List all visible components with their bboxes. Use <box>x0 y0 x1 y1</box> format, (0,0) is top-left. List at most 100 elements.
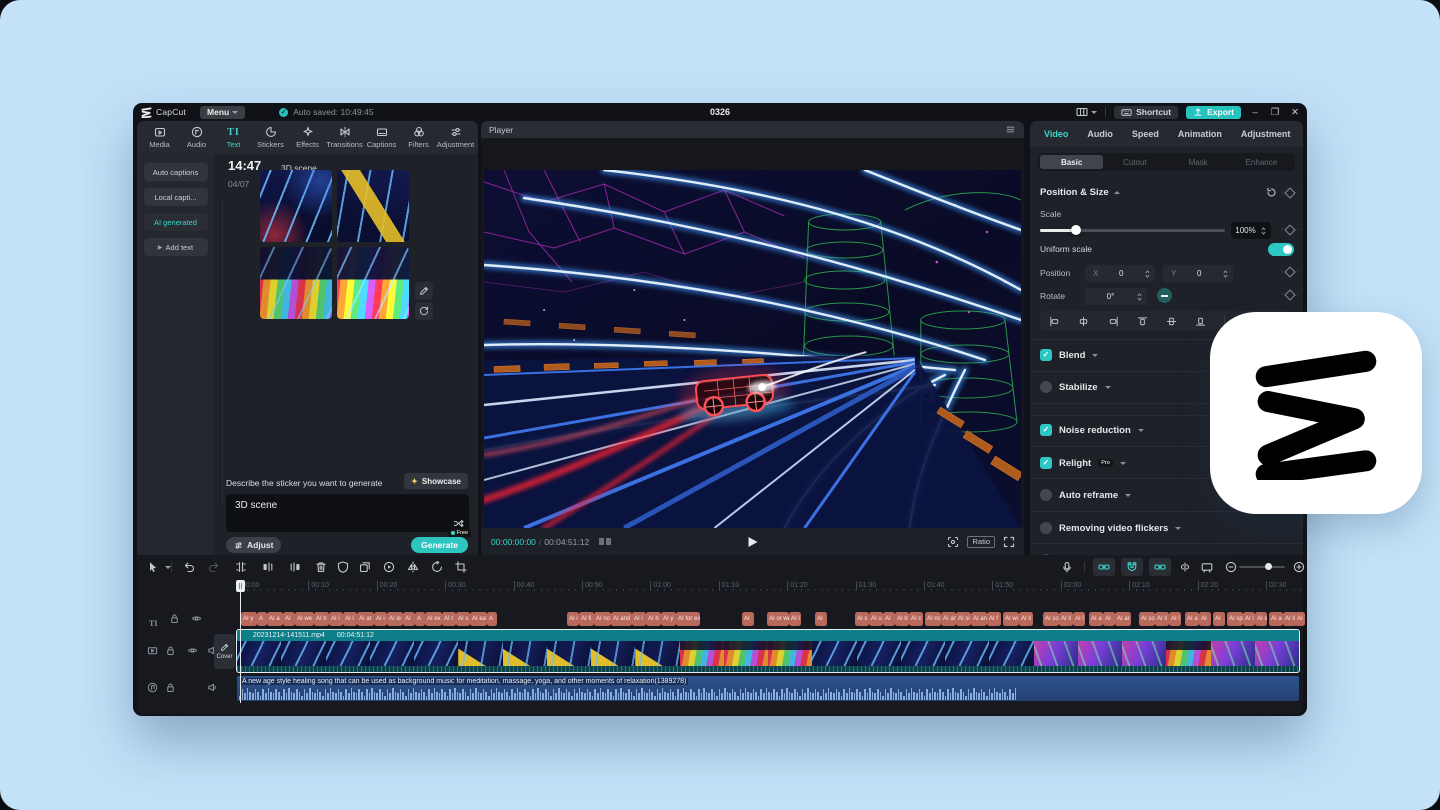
sidebar-item-add-text[interactable]: ▶ Add text <box>143 238 208 256</box>
microphone-button[interactable] <box>1059 559 1075 575</box>
video-viewport[interactable] <box>484 170 1021 528</box>
checkbox-relight[interactable]: ✓ <box>1040 457 1052 469</box>
record-button[interactable] <box>381 559 397 575</box>
mask-button[interactable] <box>335 559 351 575</box>
checkbox-noise-reduction[interactable]: ✓ <box>1040 424 1052 436</box>
caption-clip[interactable]: AI l <box>1169 612 1181 626</box>
generated-sticker-2[interactable] <box>337 170 409 242</box>
caption-clip[interactable]: AI we <box>295 612 314 626</box>
caption-clip[interactable]: AI fi <box>579 612 594 626</box>
export-button[interactable]: Export <box>1186 105 1241 119</box>
caption-clip[interactable]: AI b <box>314 612 329 626</box>
video-track-video-icon[interactable] <box>147 645 158 656</box>
close-button[interactable]: ✕ <box>1289 107 1301 118</box>
sidebar-item-ai-generated[interactable]: AI generated <box>143 213 208 231</box>
caption-clip[interactable]: AI ea <box>470 612 487 626</box>
caption-clip[interactable]: AI so <box>1043 612 1059 626</box>
tool-chevron-down-icon[interactable] <box>160 559 176 575</box>
text-track-eye-icon[interactable] <box>191 613 202 624</box>
audio-clip[interactable]: A new age style healing song that can be… <box>237 676 1299 701</box>
caption-clip[interactable]: AI s <box>855 612 869 626</box>
caption-clip[interactable]: AI b <box>895 612 909 626</box>
caption-clip[interactable]: AI s <box>1255 612 1267 626</box>
caption-clip[interactable]: AI t <box>442 612 456 626</box>
caption-clip[interactable]: AI a <box>1269 612 1283 626</box>
minimize-button[interactable]: – <box>1249 107 1261 118</box>
caption-clip[interactable]: AI <box>1213 612 1225 626</box>
caption-clip[interactable]: AI <box>1295 612 1305 626</box>
undo-button[interactable] <box>181 559 197 575</box>
mirror-button[interactable] <box>405 559 421 575</box>
caption-clip[interactable]: AI for ex <box>676 612 700 626</box>
checkbox-stabilize[interactable] <box>1040 381 1052 393</box>
caption-clip[interactable]: AI li <box>1155 612 1169 626</box>
tab-media[interactable]: Media <box>142 126 177 149</box>
overlay-button[interactable] <box>357 559 373 575</box>
unlink-button[interactable] <box>1177 559 1193 575</box>
caption-clip[interactable]: AI li <box>1019 612 1033 626</box>
caption-clip[interactable]: AI <box>815 612 827 626</box>
redo-button[interactable] <box>206 559 222 575</box>
zoom-out-button[interactable] <box>1223 559 1239 575</box>
tab-transitions[interactable]: Transitions <box>326 126 363 149</box>
generate-button[interactable]: Generate <box>411 537 468 553</box>
caption-clip[interactable]: AI l <box>343 612 357 626</box>
menu-button[interactable]: Menu <box>200 105 246 119</box>
rotate-button[interactable] <box>429 559 445 575</box>
text-track-text-icon[interactable]: TI <box>149 613 157 631</box>
checkbox-removing-video-flickers[interactable] <box>1040 522 1052 534</box>
preview-axis-button[interactable] <box>1199 559 1215 575</box>
generated-sticker-4[interactable] <box>337 247 409 319</box>
tab-effects[interactable]: Effects <box>290 126 325 149</box>
sidebar-item-local-capti[interactable]: Local capti... <box>143 188 208 206</box>
caption-clip[interactable]: AI <box>403 612 415 626</box>
tab-text[interactable]: TI Text <box>216 126 251 150</box>
maximize-button[interactable]: ❐ <box>1269 107 1281 118</box>
split-left-button[interactable] <box>260 559 276 575</box>
sidebar-item-auto-captions[interactable]: Auto captions <box>143 163 208 181</box>
crop-button[interactable] <box>453 559 469 575</box>
tab-filters[interactable]: Filters <box>401 126 436 149</box>
caption-clip[interactable]: AI l <box>1073 612 1085 626</box>
caption-clip[interactable]: AI <box>742 612 754 626</box>
audio-track-speaker-icon[interactable] <box>207 682 218 693</box>
delete-button[interactable] <box>313 559 329 575</box>
caption-clip[interactable]: AI <box>1199 612 1211 626</box>
caption-clip[interactable]: A <box>487 612 497 626</box>
caption-clip[interactable]: AI y <box>661 612 676 626</box>
caption-clip[interactable]: AI i <box>329 612 343 626</box>
select-tool-button[interactable] <box>145 559 161 575</box>
caption-clip[interactable]: AI ar <box>1115 612 1131 626</box>
audio-track-lock-icon[interactable] <box>165 682 176 693</box>
caption-clip[interactable]: AI le <box>387 612 403 626</box>
section-removing-video-flickers[interactable]: Removing video flickers <box>1030 520 1303 536</box>
caption-clip[interactable]: AI wi <box>1003 612 1019 626</box>
caption-clip[interactable]: AI si <box>956 612 971 626</box>
adjust-button[interactable]: Adjust <box>226 537 282 553</box>
player-menu-icon[interactable] <box>1005 124 1016 135</box>
caption-clip[interactable]: AI s <box>456 612 470 626</box>
tab-stickers[interactable]: Stickers <box>253 126 288 149</box>
video-clip[interactable]: 20231214-141511.mp4 00:04:51:12 <box>236 629 1300 673</box>
caption-clip[interactable]: AI l <box>789 612 801 626</box>
caption-clip[interactable]: A <box>257 612 267 626</box>
edit-sticker-button[interactable] <box>415 282 433 300</box>
caption-clip[interactable]: AI and t <box>611 612 632 626</box>
caption-clip[interactable]: AI f <box>987 612 1001 626</box>
caption-clip[interactable]: AI no <box>594 612 611 626</box>
cover-button[interactable]: Cover <box>214 634 235 669</box>
caption-clip[interactable]: AI <box>883 612 895 626</box>
auto-link-button[interactable] <box>1149 558 1171 576</box>
checkbox-blend[interactable]: ✓ <box>1040 349 1052 361</box>
shuffle-icon[interactable] <box>453 518 464 529</box>
zoom-slider[interactable] <box>1239 566 1285 568</box>
video-track-eye-icon[interactable] <box>187 645 198 656</box>
caption-clip[interactable]: AI an <box>971 612 987 626</box>
caption-clip[interactable]: AI a <box>1089 612 1103 626</box>
caption-clip[interactable]: AI y <box>241 612 257 626</box>
caption-clip[interactable]: AI c <box>909 612 923 626</box>
quality-icon[interactable] <box>599 538 612 545</box>
tab-captions[interactable]: Captions <box>364 126 399 149</box>
caption-clip[interactable]: AI a <box>267 612 283 626</box>
tab-audio[interactable]: Audio <box>179 126 214 149</box>
